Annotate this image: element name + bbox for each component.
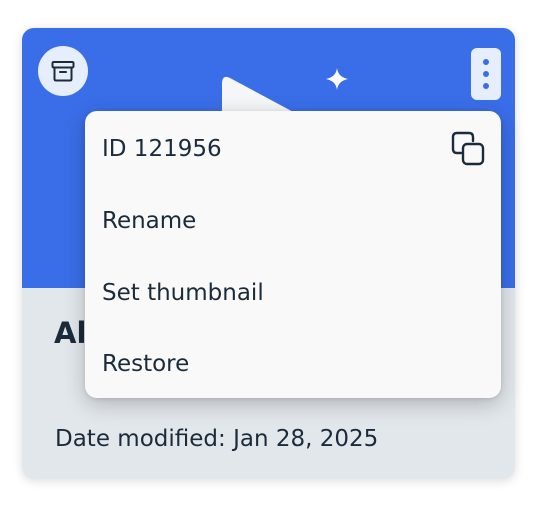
date-modified: Date modified: Jan 28, 2025	[55, 426, 378, 452]
menu-item-restore[interactable]: Restore	[85, 328, 501, 400]
copy-icon[interactable]	[447, 129, 487, 169]
archive-button[interactable]	[38, 46, 88, 96]
card-title: Al	[54, 316, 87, 350]
more-options-button[interactable]	[471, 48, 501, 100]
date-modified-label: Date modified:	[55, 426, 226, 452]
date-modified-value: Jan 28, 2025	[233, 426, 379, 452]
archive-icon	[51, 61, 75, 82]
more-vertical-icon-dot	[483, 83, 489, 89]
context-menu: ID 121956 Rename Set thumbnail Restore	[85, 111, 501, 398]
more-vertical-icon-dot	[483, 71, 489, 77]
menu-item-rename[interactable]: Rename	[85, 185, 501, 257]
menu-item-id[interactable]: ID 121956	[85, 113, 501, 185]
menu-item-id-label: ID 121956	[102, 136, 222, 162]
sparkle-icon	[326, 68, 348, 90]
menu-item-label: Rename	[102, 208, 197, 234]
more-vertical-icon-dot	[483, 59, 489, 65]
menu-item-label: Restore	[102, 351, 190, 377]
menu-item-label: Set thumbnail	[102, 280, 264, 306]
menu-item-set-thumbnail[interactable]: Set thumbnail	[85, 257, 501, 329]
